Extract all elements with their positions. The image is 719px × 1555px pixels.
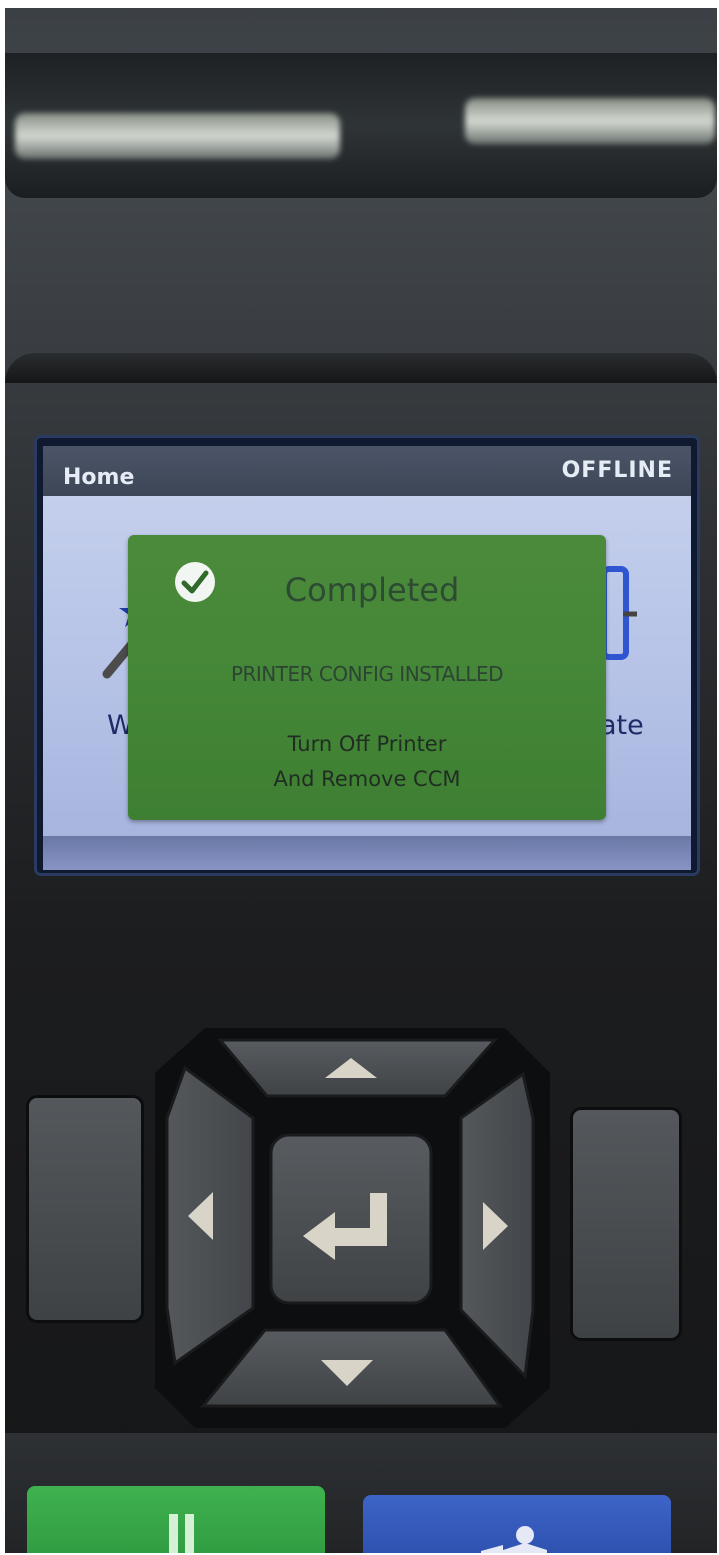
left-soft-key[interactable] (29, 1098, 141, 1320)
cancel-job-button[interactable] (363, 1495, 671, 1553)
pause-icon (169, 1514, 194, 1553)
right-soft-key[interactable] (573, 1110, 679, 1338)
cancel-job-icon (481, 1526, 547, 1553)
enter-key[interactable] (269, 1133, 433, 1305)
printer-control-panel: Home OFFLINE W ate Completed PRINTER CON… (5, 8, 717, 1553)
pause-button[interactable] (27, 1486, 325, 1553)
